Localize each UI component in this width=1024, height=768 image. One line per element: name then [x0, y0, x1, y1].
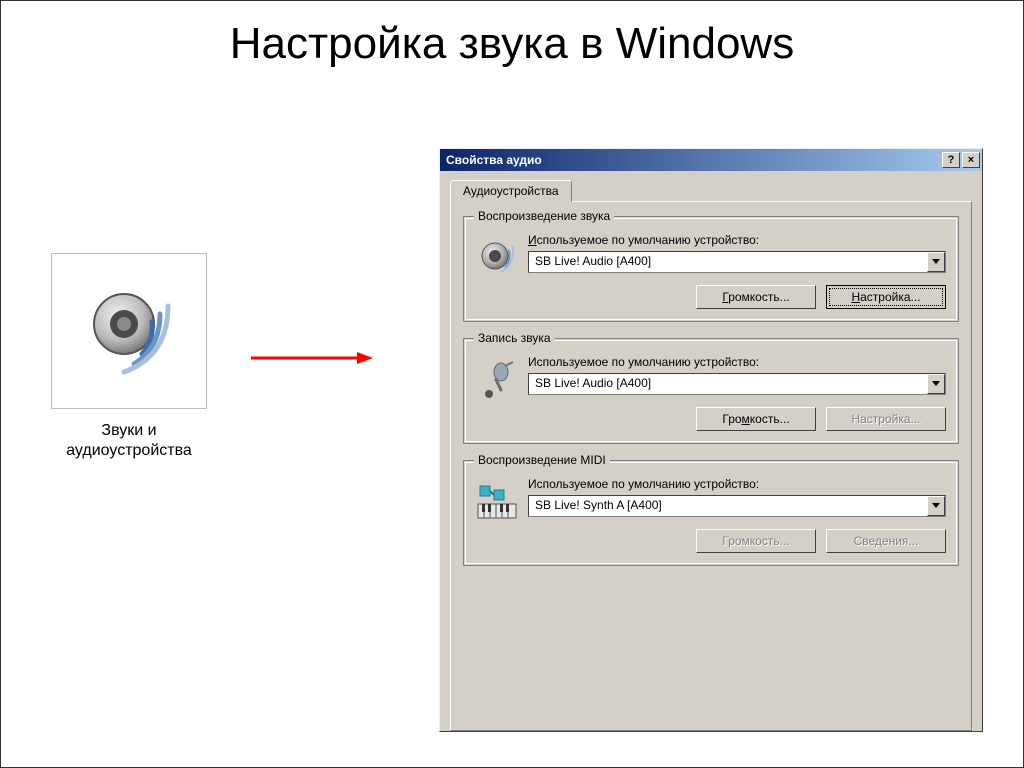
dropdown-icon[interactable] — [927, 496, 945, 516]
playback-device-combo[interactable]: SB Live! Audio [A400] — [528, 251, 946, 273]
help-button[interactable]: ? — [942, 152, 960, 168]
record-default-label: Используемое по умолчанию устройство: — [528, 355, 946, 369]
midi-legend: Воспроизведение MIDI — [474, 453, 610, 467]
record-legend: Запись звука — [474, 331, 555, 345]
record-setup-button: Настройка... — [826, 407, 946, 431]
arrow-icon — [247, 343, 377, 373]
speaker-icon-box — [51, 253, 207, 409]
record-group: Запись звука Используемое по умолчанию у… — [463, 338, 959, 444]
playback-setup-button[interactable]: Настройка... — [826, 285, 946, 309]
dropdown-icon[interactable] — [927, 374, 945, 394]
tab-page: Воспроизведение звука — [450, 201, 972, 731]
midi-default-label: Используемое по умолчанию устройство: — [528, 477, 946, 491]
midi-volume-button: Громкость... — [696, 529, 816, 553]
midi-group: Воспроизведение MIDI — [463, 460, 959, 566]
speaker-large-icon — [74, 276, 184, 386]
tab-audio-devices[interactable]: Аудиоустройства — [450, 180, 572, 202]
control-panel-shortcut[interactable]: Звуки и аудиоустройства — [49, 253, 209, 461]
titlebar[interactable]: Свойства аудио ? × — [440, 149, 982, 171]
playback-volume-button[interactable]: Громкость... — [696, 285, 816, 309]
record-volume-button[interactable]: Громкость... — [696, 407, 816, 431]
titlebar-text: Свойства аудио — [446, 153, 542, 167]
playback-default-label: Используемое по умолчанию устройство: — [528, 233, 946, 247]
midi-device-value: SB Live! Synth A [A400] — [529, 496, 927, 516]
dropdown-icon[interactable] — [927, 252, 945, 272]
playback-legend: Воспроизведение звука — [474, 209, 614, 223]
midi-info-button: Сведения... — [826, 529, 946, 553]
audio-properties-dialog: Свойства аудио ? × Аудиоустройства Воспр… — [439, 148, 983, 732]
record-device-combo[interactable]: SB Live! Audio [A400] — [528, 373, 946, 395]
speaker-icon — [476, 237, 518, 279]
playback-device-value: SB Live! Audio [A400] — [529, 252, 927, 272]
slide-title: Настройка звука в Windows — [1, 19, 1023, 69]
midi-device-combo[interactable]: SB Live! Synth A [A400] — [528, 495, 946, 517]
midi-keyboard-icon — [476, 481, 518, 523]
close-button[interactable]: × — [962, 152, 980, 168]
microphone-icon — [476, 359, 518, 401]
playback-group: Воспроизведение звука — [463, 216, 959, 322]
record-device-value: SB Live! Audio [A400] — [529, 374, 927, 394]
shortcut-caption: Звуки и аудиоустройства — [49, 421, 209, 461]
